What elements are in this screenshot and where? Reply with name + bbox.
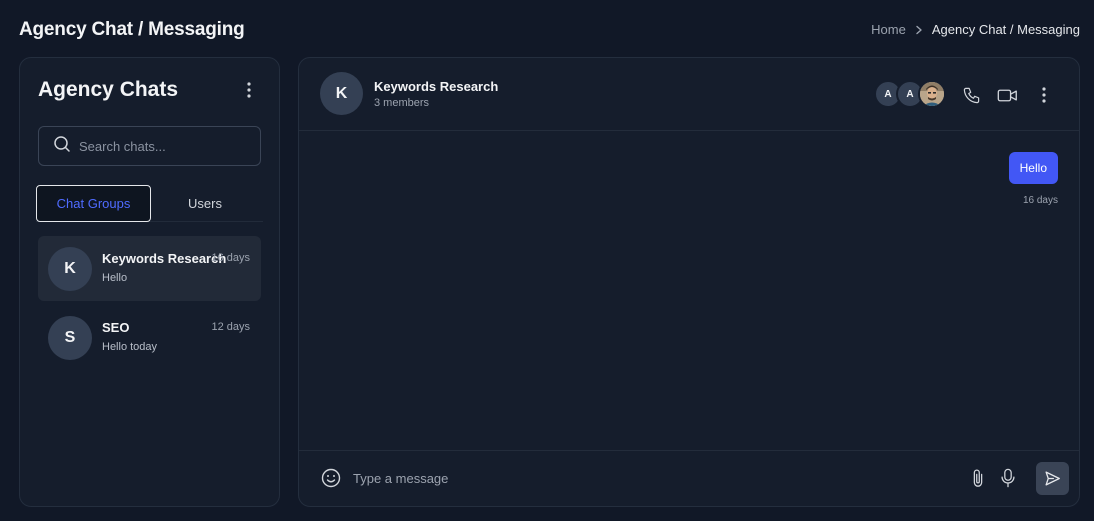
smile-icon[interactable]: [320, 467, 342, 489]
message-time: 16 days: [1022, 195, 1058, 206]
chat-tabs: Chat Groups Users: [36, 185, 263, 222]
send-icon: [1045, 471, 1060, 486]
message-bubble: Hello: [1008, 152, 1058, 184]
message-area: Hello 16 days: [299, 132, 1079, 452]
member-avatars[interactable]: A A: [874, 80, 948, 108]
chat-time: 12 days: [211, 321, 250, 333]
breadcrumb: Home Agency Chat / Messaging: [871, 22, 1080, 37]
search-box: [38, 126, 261, 166]
chat-time: 16 days: [211, 252, 250, 264]
conversation-header: K Keywords Research 3 members A A: [299, 58, 1079, 131]
message-composer: [299, 450, 1079, 506]
chat-preview: Hello: [102, 272, 128, 284]
breadcrumb-current: Agency Chat / Messaging: [931, 22, 1080, 37]
page-title: Agency Chat / Messaging: [19, 19, 245, 40]
member-count: 3 members: [374, 97, 430, 109]
tab-users[interactable]: Users: [151, 185, 259, 222]
chat-name: SEO: [102, 320, 130, 335]
chat-preview: Hello today: [102, 341, 158, 353]
chat-list-item[interactable]: S SEO 12 days Hello today: [38, 305, 261, 370]
more-vertical-icon[interactable]: [239, 80, 259, 100]
message-input[interactable]: [353, 467, 933, 489]
avatar: K: [48, 247, 92, 291]
video-icon[interactable]: [996, 84, 1018, 106]
panel-title: Agency Chats: [38, 78, 179, 101]
chat-list-item[interactable]: K Keywords Research 16 days Hello: [38, 236, 261, 301]
conversation-panel: K Keywords Research 3 members A A Hello …: [298, 57, 1080, 507]
member-photo-avatar: [918, 80, 946, 108]
chevron-right-icon: [914, 25, 924, 35]
phone-icon[interactable]: [960, 84, 982, 106]
breadcrumb-home-link[interactable]: Home: [871, 22, 906, 37]
microphone-icon[interactable]: [997, 467, 1019, 489]
tab-chat-groups[interactable]: Chat Groups: [36, 185, 151, 222]
chat-name: Keywords Research: [102, 251, 227, 266]
more-vertical-icon[interactable]: [1033, 84, 1055, 106]
send-button[interactable]: [1036, 462, 1069, 495]
search-input[interactable]: [79, 138, 249, 154]
avatar: K: [320, 72, 363, 115]
avatar: S: [48, 316, 92, 360]
chat-list-panel: Agency Chats Chat Groups Users K Keyword…: [19, 57, 280, 507]
search-icon: [53, 135, 71, 158]
conversation-name: Keywords Research: [374, 79, 499, 94]
paperclip-icon[interactable]: [967, 467, 989, 489]
